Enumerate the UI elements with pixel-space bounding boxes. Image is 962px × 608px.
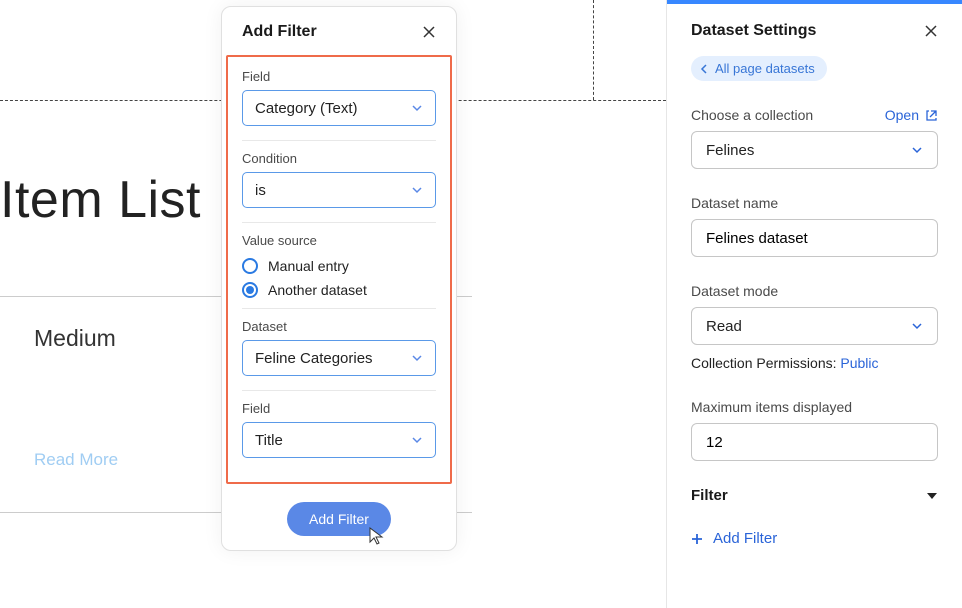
all-page-datasets-chip[interactable]: All page datasets (691, 56, 827, 81)
chevron-down-icon (411, 102, 423, 114)
modal-title: Add Filter (242, 23, 317, 41)
dataset-name-input[interactable] (691, 219, 938, 257)
caret-down-icon (926, 490, 938, 502)
collection-label: Choose a collection (691, 107, 813, 123)
plus-icon (691, 533, 703, 545)
dataset-settings-sidebar: Dataset Settings All page datasets Choos… (666, 0, 962, 608)
filter-section-header[interactable]: Filter (691, 487, 938, 504)
dataset-mode-label: Dataset mode (691, 283, 938, 299)
filter-config-highlight: Field Category (Text) Condition is Value… (226, 55, 452, 484)
radio-manual-label: Manual entry (268, 258, 349, 274)
field-label: Field (242, 69, 436, 84)
cursor-icon (367, 526, 385, 546)
radio-another-dataset[interactable]: Another dataset (242, 282, 436, 298)
dataset-select[interactable]: Feline Categories (242, 340, 436, 376)
sidebar-title: Dataset Settings (691, 22, 816, 40)
collection-select[interactable]: Felines (691, 131, 938, 169)
dataset-name-label: Dataset name (691, 195, 938, 211)
permissions-row: Collection Permissions: Public (691, 355, 938, 371)
chevron-down-icon (911, 144, 923, 156)
condition-select[interactable]: is (242, 172, 436, 208)
field2-label: Field (242, 401, 436, 416)
dataset-mode-select[interactable]: Read (691, 307, 938, 345)
condition-select-value: is (255, 182, 266, 199)
chip-label: All page datasets (715, 61, 815, 76)
canvas-guide-v (593, 0, 594, 100)
field2-select[interactable]: Title (242, 422, 436, 458)
chevron-down-icon (411, 434, 423, 446)
radio-another-label: Another dataset (268, 282, 367, 298)
max-items-label: Maximum items displayed (691, 399, 938, 415)
value-source-label: Value source (242, 233, 436, 248)
condition-label: Condition (242, 151, 436, 166)
close-icon[interactable] (420, 23, 438, 41)
add-filter-modal: Add Filter Field Category (Text) Conditi… (221, 6, 457, 551)
field2-select-value: Title (255, 432, 283, 449)
radio-icon-checked (242, 282, 258, 298)
max-items-input[interactable] (691, 423, 938, 461)
permissions-value[interactable]: Public (840, 355, 878, 371)
radio-manual-entry[interactable]: Manual entry (242, 258, 436, 274)
add-filter-link[interactable]: Add Filter (691, 530, 777, 547)
external-link-icon (925, 109, 938, 122)
chevron-down-icon (411, 184, 423, 196)
chevron-down-icon (411, 352, 423, 364)
mode-value: Read (706, 318, 742, 335)
radio-icon-unchecked (242, 258, 258, 274)
field-select[interactable]: Category (Text) (242, 90, 436, 126)
dataset-label: Dataset (242, 319, 436, 334)
page-title: Item List (0, 170, 201, 230)
dataset-select-value: Feline Categories (255, 350, 373, 367)
add-filter-button[interactable]: Add Filter (287, 502, 391, 536)
field-select-value: Category (Text) (255, 100, 358, 117)
collection-value: Felines (706, 142, 754, 159)
close-icon[interactable] (922, 22, 940, 40)
open-collection-link[interactable]: Open (885, 107, 938, 123)
chevron-down-icon (911, 320, 923, 332)
